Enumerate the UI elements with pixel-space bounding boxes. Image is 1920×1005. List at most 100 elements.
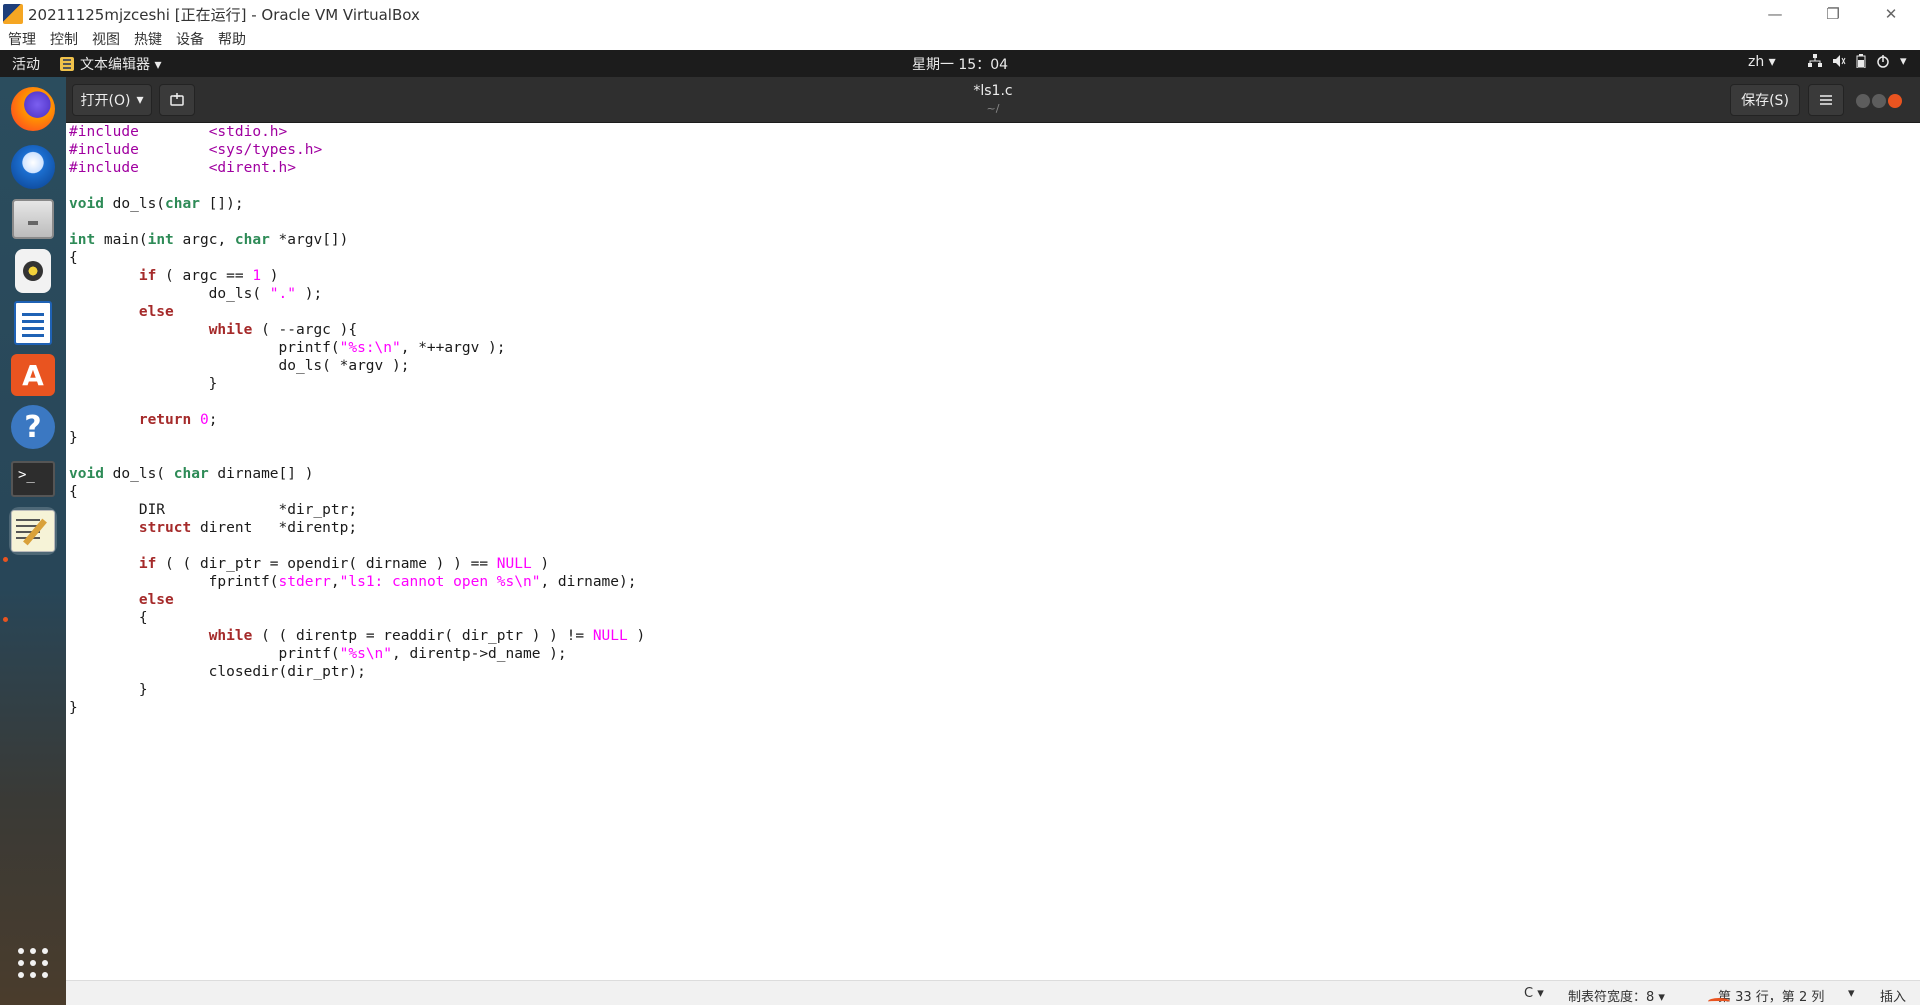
dock-software[interactable]: A [9,351,57,399]
show-applications-button[interactable] [9,939,57,987]
power-icon [1876,54,1890,72]
code-line: int main(int argc, char *argv[]) [69,232,349,248]
menu-manage[interactable]: 管理 [8,29,36,49]
code-line: } [69,376,218,392]
apps-grid-icon [17,947,49,979]
dock-files[interactable] [9,195,57,243]
new-tab-icon [170,93,184,106]
code-line: ​ [69,537,1920,555]
code-line: { [69,484,78,500]
input-method-indicator[interactable]: zh ▾ [1748,54,1776,70]
dock-firefox[interactable] [9,85,57,133]
document-icon [14,301,52,345]
dock-terminal[interactable]: >_ [9,455,57,503]
insert-mode-indicator: 插入 [1880,990,1907,1005]
document-path: ~/ [986,102,1000,115]
clock[interactable]: 星期一 15：04 [912,57,1008,73]
code-line: { [69,610,148,626]
language-selector[interactable]: C ▾ [1524,986,1544,1001]
battery-icon [1856,54,1866,72]
code-view: #include <stdio.h> #include <sys/types.h>… [69,123,1920,717]
code-line: void do_ls( char dirname[] ) [69,466,314,482]
dock: A ? >_ [0,77,66,1005]
code-line: while ( ( direntp = readdir( dir_ptr ) )… [208,628,646,644]
menu-view[interactable]: 视图 [92,29,120,49]
code-line: void do_ls(char []); [69,196,244,212]
activities-button[interactable]: 活动 [12,54,40,74]
mail-icon [11,145,55,189]
menu-devices[interactable]: 设备 [176,29,204,49]
dock-writer[interactable] [9,299,57,347]
dock-text-editor[interactable] [9,507,57,555]
menu-help[interactable]: 帮助 [218,29,246,49]
chevron-down-icon: ▾ [136,92,144,108]
open-button[interactable]: 打开(O) ▾ [72,84,152,116]
code-line: if ( ( dir_ptr = opendir( dirname ) ) ==… [138,556,550,572]
store-icon: A [11,354,55,396]
code-line: } [69,430,78,446]
cursor-position[interactable]: 第 33 行，第 2 列 [1718,986,1824,1005]
help-icon: ? [11,405,55,449]
window-maximize-button[interactable] [1872,94,1886,108]
window-close-button[interactable] [1888,94,1902,108]
dock-help[interactable]: ? [9,403,57,451]
code-line: } [69,700,78,716]
code-line: printf("%s\n", direntp->d_name ); [69,646,567,662]
code-line: fprintf(stderr,"ls1: cannot open %s\n", … [69,574,637,590]
terminal-icon: >_ [11,461,55,497]
restore-button[interactable]: ❐ [1804,0,1862,28]
text-editor-area[interactable]: #include <stdio.h> #include <sys/types.h>… [66,123,1920,980]
volume-icon [1832,54,1846,72]
code-line: DIR *dir_ptr; [69,502,358,518]
code-line: struct dirent *direntp; [138,520,358,536]
code-line: #include <stdio.h> [69,124,288,140]
vbox-title-bar: 20211125mjzceshi [正在运行] - Oracle VM Virt… [0,0,1920,28]
code-line: return 0; [138,412,218,428]
gnome-top-bar: 活动 文本编辑器 ▾ 星期一 15：04 zh ▾ ▾ [0,50,1920,77]
code-line: { [69,250,78,266]
text-editor-icon [11,510,55,552]
save-button[interactable]: 保存(S) [1730,84,1800,116]
app-menu-label: 文本编辑器 ▾ [80,57,162,73]
document-title: *ls1.c [973,83,1013,99]
code-line: do_ls( "." ); [69,286,323,302]
running-indicator [3,557,8,562]
vbox-menu-bar: 管理 控制 视图 热键 设备 帮助 [0,28,1920,50]
hamburger-menu-button[interactable] [1808,84,1844,116]
dock-thunderbird[interactable] [9,143,57,191]
tab-width-selector[interactable]: 制表符宽度：8 ▾ [1568,986,1665,1005]
text-editor-small-icon [60,57,74,71]
code-line: closedir(dir_ptr); [69,664,366,680]
cursor-highlight-mark [1708,998,1730,1005]
hamburger-icon [1820,95,1832,105]
chevron-down-icon[interactable]: ▾ [1848,986,1855,1001]
code-line: printf("%s:\n", *++argv ); [69,340,506,356]
window-minimize-button[interactable] [1856,94,1870,108]
code-line: if ( argc == 1 ) [138,268,279,284]
editor-header-bar: 打开(O) ▾ *ls1.c ~/ 保存(S) [66,77,1920,123]
menu-hotkeys[interactable]: 热键 [134,29,162,49]
code-line: ​ [69,213,1920,231]
code-line: ​ [69,447,1920,465]
close-button[interactable]: ✕ [1862,0,1920,28]
open-label: 打开(O) [80,93,131,109]
code-line: } [69,682,148,698]
menu-control[interactable]: 控制 [50,29,78,49]
network-icon [1808,54,1822,72]
minimize-button[interactable]: — [1746,0,1804,28]
code-line: #include <dirent.h> [69,160,296,176]
dock-rhythmbox[interactable] [9,247,57,295]
app-menu[interactable]: 文本编辑器 ▾ [60,54,161,74]
virtualbox-icon [3,4,23,24]
status-bar: C ▾ 制表符宽度：8 ▾ 第 33 行，第 2 列 ▾ 插入 [66,980,1920,1005]
code-line: ​ [69,177,1920,195]
code-line: #include <sys/types.h> [69,142,323,158]
chevron-down-icon: ▾ [1900,54,1907,69]
code-line: else [138,592,174,608]
new-document-button[interactable] [159,84,195,116]
vbox-window-title: 20211125mjzceshi [正在运行] - Oracle VM Virt… [28,5,420,24]
system-tray[interactable]: ▾ [1808,54,1907,72]
files-icon [12,199,54,239]
code-line: do_ls( *argv ); [69,358,410,374]
code-line: else [138,304,174,320]
